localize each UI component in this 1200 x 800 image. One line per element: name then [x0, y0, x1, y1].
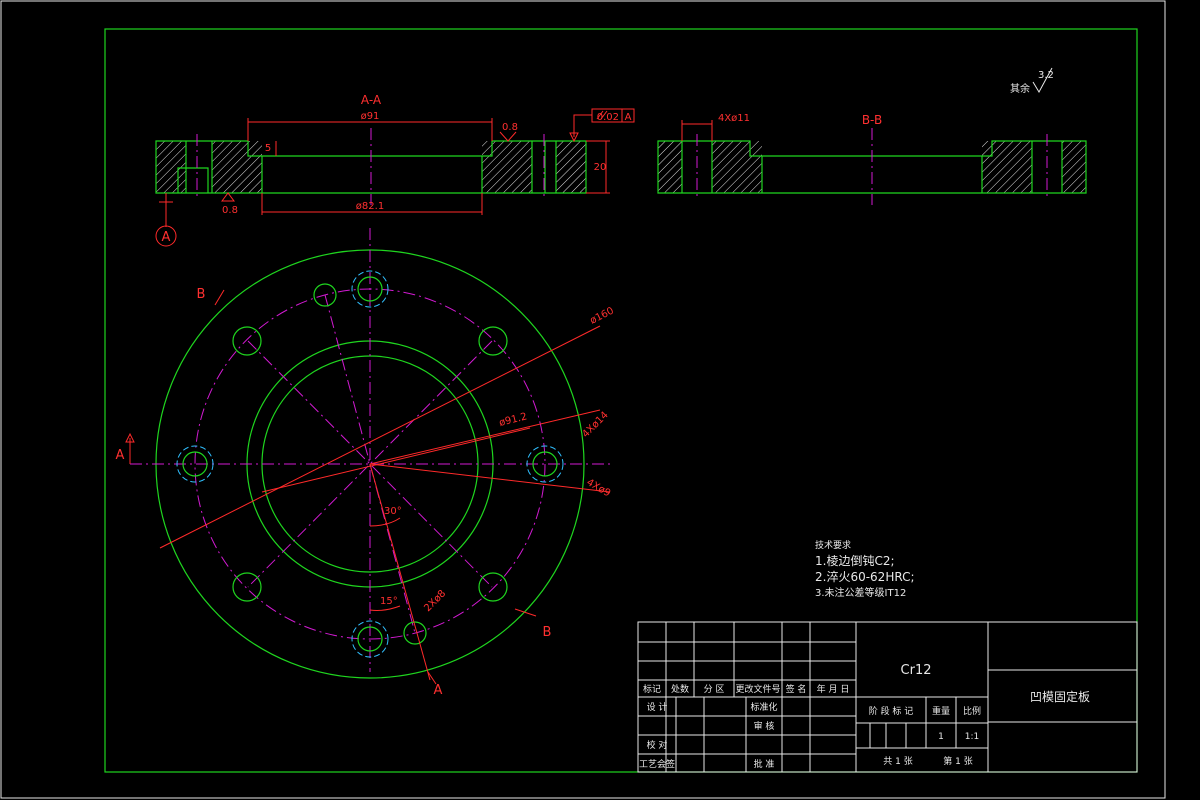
- tb-review: 审 核: [754, 720, 775, 732]
- tb-check: 校 对: [647, 739, 668, 751]
- section-mark-a-bottom: A: [434, 683, 443, 698]
- roughness-label: 其余: [1010, 82, 1030, 95]
- dim-d912: ø91.2: [498, 411, 528, 429]
- sheet-frame: [0, 0, 1166, 799]
- roughness-bottom: 0.8: [222, 205, 238, 216]
- tb-scale-value: 1:1: [965, 732, 979, 742]
- tech-item-3: 3.未注公差等级IT12: [815, 586, 906, 599]
- plan-dimensions: ø160 ø91.2 4Xø14 4Xø9 2Xø8 30° 15° A A B…: [116, 287, 616, 698]
- dim-holes-11: 4Xø11: [718, 113, 750, 124]
- datum-a-label: A: [162, 230, 171, 245]
- bb-hatch-1: [658, 141, 682, 193]
- hole-lower-right: [478, 572, 508, 602]
- dim-h5: 5: [265, 143, 271, 154]
- tb-standard: 标准化: [750, 701, 777, 713]
- tb-header-doc: 更改文件号: [735, 683, 780, 695]
- tech-item-1: 1.棱边倒钝C2;: [815, 553, 895, 568]
- section-mark-a-left: A: [116, 448, 125, 463]
- roughness-top: 0.8: [502, 122, 518, 133]
- hole-lower-left: [232, 572, 262, 602]
- tb-approve: 批 准: [754, 758, 775, 770]
- section-bb-view: B-B 4Xø11: [657, 113, 1087, 205]
- tb-weight-label: 重量: [932, 705, 950, 717]
- tb-sheets-total: 共 1 张: [883, 756, 912, 767]
- aa-hatch-mid-right: [482, 141, 532, 193]
- dim-d82: ø82.1: [356, 201, 384, 212]
- section-bb-label: B-B: [862, 113, 882, 127]
- dim-holes-14: 4Xø14: [580, 410, 610, 440]
- tb-material: Cr12: [901, 663, 932, 678]
- bb-hatch-4: [1062, 141, 1086, 193]
- tb-stage-label: 阶 段 标 记: [869, 705, 914, 717]
- roughness-value: 3.2: [1038, 70, 1054, 81]
- dim-d91: ø91: [361, 111, 380, 122]
- aa-hatch-mid-left: [212, 141, 262, 193]
- dim-angle-15: 15°: [380, 596, 398, 607]
- section-mark-b-top: B: [197, 287, 206, 302]
- section-aa-view: [155, 128, 587, 205]
- tech-requirements: 技术要求 1.棱边倒钝C2; 2.淬火60-62HRC; 3.未注公差等级IT1…: [815, 539, 915, 599]
- tech-title: 技术要求: [815, 539, 851, 551]
- tb-header-date: 年 月 日: [817, 683, 850, 695]
- dim-angle-30: 30°: [384, 506, 402, 517]
- dim-d160: ø160: [588, 305, 615, 326]
- tb-scale-label: 比例: [963, 705, 981, 717]
- tb-header-sign: 签 名: [786, 683, 807, 695]
- aa-hatch-left: [156, 141, 186, 193]
- title-block: 标记 处数 分 区 更改文件号 签 名 年 月 日 设 计 标准化 审 核 校 …: [637, 621, 1138, 773]
- tech-item-2: 2.淬火60-62HRC;: [815, 569, 915, 584]
- roughness-note: 其余 3.2: [1010, 67, 1054, 95]
- bb-hatch-3: [982, 141, 1032, 193]
- tolerance-value: 0.02: [597, 112, 619, 123]
- section-mark-b-bottom: B: [543, 625, 552, 640]
- bb-hatch-2: [712, 141, 762, 193]
- tb-header-zone: 分 区: [704, 684, 725, 695]
- tb-header-count: 处数: [671, 683, 689, 695]
- tb-header-mark: 标记: [643, 683, 661, 695]
- tolerance-datum: A: [625, 112, 632, 123]
- hole-upper-right: [478, 326, 508, 356]
- tb-process: 工艺会签: [639, 758, 675, 770]
- hole-upper-left: [232, 326, 262, 356]
- dim-holes-9: 4Xø9: [585, 477, 613, 499]
- dim-h20: 20: [594, 162, 607, 173]
- tb-part-name: 凹模固定板: [1030, 689, 1090, 704]
- tb-weight-value: 1: [938, 732, 944, 742]
- dim-pins: 2Xø8: [422, 588, 448, 614]
- tb-sheet-no: 第 1 张: [943, 755, 972, 767]
- tb-design: 设 计: [647, 701, 668, 713]
- section-aa-label: A-A: [361, 93, 382, 107]
- engineering-drawing: A-A ø91 ø82.1 5 20 0.8 0.8 0.02 A A B-B …: [0, 0, 1166, 799]
- aa-hatch-right: [556, 141, 586, 193]
